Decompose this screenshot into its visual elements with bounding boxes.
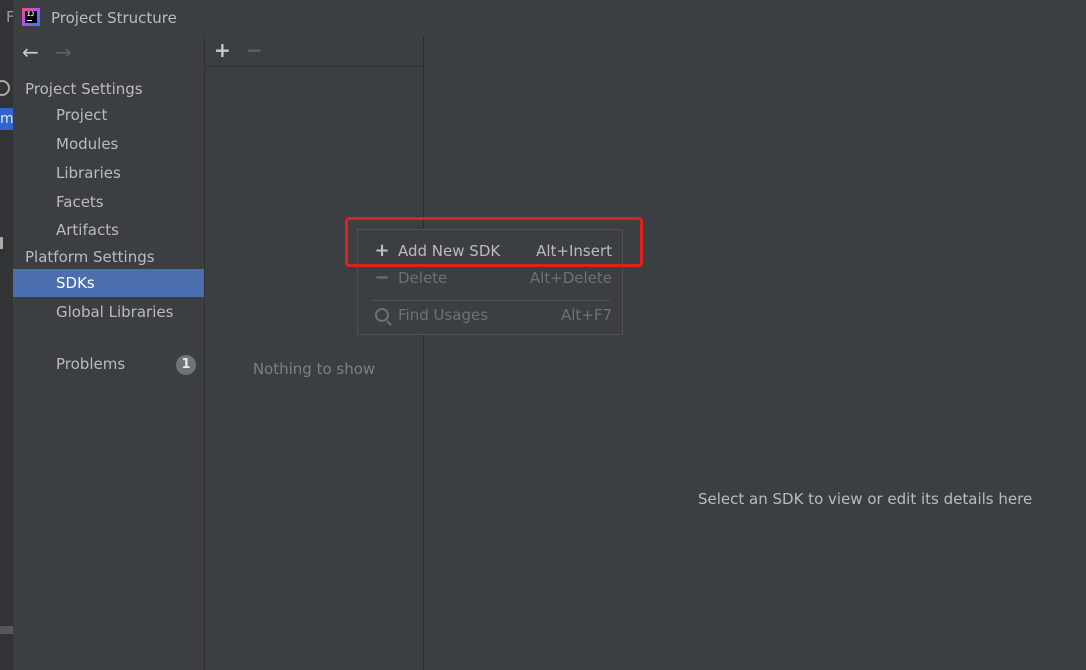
sidebar-item-facets[interactable]: Facets bbox=[13, 188, 204, 216]
menu-item-label: Delete bbox=[398, 269, 448, 287]
sidebar-item-problems[interactable]: Problems 1 bbox=[13, 350, 204, 378]
add-sdk-button[interactable]: + bbox=[214, 40, 231, 60]
problems-count-badge: 1 bbox=[176, 355, 196, 375]
sdk-details-panel: Select an SDK to view or edit its detail… bbox=[424, 36, 1086, 670]
menu-item-shortcut: Alt+Delete bbox=[529, 269, 612, 287]
window-title: Project Structure bbox=[51, 9, 177, 27]
menu-item-label: Find Usages bbox=[398, 306, 489, 324]
plus-icon: + bbox=[374, 240, 390, 261]
menu-separator bbox=[372, 300, 610, 301]
platform-settings-header: Platform Settings bbox=[25, 248, 155, 266]
minus-icon: − bbox=[374, 267, 390, 288]
sidebar-item-global-libraries[interactable]: Global Libraries bbox=[13, 298, 204, 326]
menu-item-label: Add New SDK bbox=[398, 242, 501, 260]
menu-item-shortcut: Alt+Insert bbox=[536, 242, 612, 260]
details-empty-message: Select an SDK to view or edit its detail… bbox=[698, 490, 1033, 508]
remove-sdk-button[interactable]: − bbox=[246, 40, 263, 60]
sidebar-item-sdks[interactable]: SDKs bbox=[13, 269, 204, 297]
sidebar-item-modules[interactable]: Modules bbox=[13, 130, 204, 158]
sidebar-item-label: Problems bbox=[56, 355, 126, 373]
background-marker bbox=[0, 237, 3, 249]
background-circle-icon bbox=[0, 80, 10, 96]
project-structure-dialog: F m IJ Project Structure ← → Project Set… bbox=[0, 0, 1086, 670]
add-sdk-popup-menu: + Add New SDK Alt+Insert − Delete Alt+De… bbox=[357, 229, 623, 335]
menu-item-shortcut: Alt+F7 bbox=[560, 306, 612, 324]
project-settings-header: Project Settings bbox=[25, 80, 143, 98]
arrow-left-icon[interactable]: ← bbox=[22, 42, 39, 62]
background-selected-item: m bbox=[0, 108, 13, 130]
menu-item-find-usages[interactable]: Find Usages Alt+F7 bbox=[358, 302, 622, 328]
background-ide-strip: F m bbox=[0, 0, 13, 670]
sdk-list-toolbar: + − bbox=[205, 36, 423, 67]
sidebar-item-libraries[interactable]: Libraries bbox=[13, 159, 204, 187]
menu-item-add-new-sdk[interactable]: + Add New SDK Alt+Insert bbox=[358, 238, 622, 264]
sidebar-item-artifacts[interactable]: Artifacts bbox=[13, 216, 204, 244]
navigation-arrows: ← → bbox=[13, 36, 204, 70]
background-menu-letter: F bbox=[6, 8, 13, 26]
sidebar-item-project[interactable]: Project bbox=[13, 101, 204, 129]
intellij-idea-icon: IJ bbox=[22, 8, 40, 26]
sdk-list-panel: + − Nothing to show bbox=[205, 36, 424, 670]
arrow-right-icon[interactable]: → bbox=[55, 42, 72, 62]
empty-list-message: Nothing to show bbox=[252, 360, 376, 378]
menu-item-delete[interactable]: − Delete Alt+Delete bbox=[358, 265, 622, 291]
background-scrollbar bbox=[0, 626, 13, 634]
search-icon bbox=[375, 308, 389, 322]
title-bar[interactable]: IJ Project Structure bbox=[13, 0, 1086, 36]
settings-sidebar: ← → Project Settings Project Modules Lib… bbox=[13, 36, 205, 670]
